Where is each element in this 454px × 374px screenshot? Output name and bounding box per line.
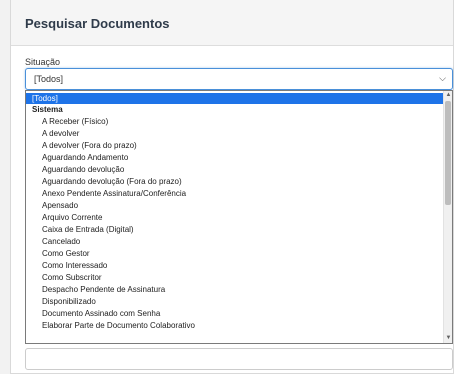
dropdown-option[interactable]: Cancelado (26, 236, 444, 247)
triangle-up-icon[interactable]: ▲ (444, 91, 452, 100)
dropdown-option[interactable]: Como Gestor (26, 248, 444, 259)
dropdown-option[interactable]: Como Subscritor (26, 272, 444, 283)
situacao-select[interactable]: [Todos] ⌵ (25, 68, 453, 90)
scroll-thumb[interactable] (445, 101, 451, 205)
panel-title: Pesquisar Documentos (25, 16, 170, 31)
dropdown-option[interactable]: Elaborar Parte de Documento Colaborativo (26, 320, 444, 331)
situacao-dropdown-list[interactable]: [Todos] Sistema A Receber (Físico) A dev… (25, 90, 453, 344)
dropdown-option[interactable]: A devolver (26, 128, 444, 139)
dropdown-option[interactable]: Despacho Pendente de Assinatura (26, 284, 444, 295)
search-documents-panel: Pesquisar Documentos Situação [Todos] ⌵ … (10, 0, 454, 374)
triangle-down-icon[interactable]: ▼ (444, 334, 452, 343)
dropdown-option-todos[interactable]: [Todos] (26, 93, 444, 104)
dropdown-option[interactable]: Documento Assinado com Senha (26, 308, 444, 319)
dropdown-scrollbar[interactable]: ▲ ▼ (443, 91, 452, 343)
dropdown-option[interactable]: Caixa de Entrada (Digital) (26, 224, 444, 235)
dropdown-option[interactable]: A devolver (Fora do prazo) (26, 140, 444, 151)
dropdown-option[interactable]: A Receber (Físico) (26, 116, 444, 127)
dropdown-group-sistema: Sistema (32, 105, 63, 114)
next-field-input[interactable] (25, 348, 453, 370)
panel-header: Pesquisar Documentos (11, 0, 453, 46)
dropdown-option[interactable]: Aguardando devolução (Fora do prazo) (26, 176, 444, 187)
dropdown-option[interactable]: Aguardando devolução (26, 164, 444, 175)
situacao-label: Situação (25, 57, 61, 67)
dropdown-option[interactable]: Como Interessado (26, 260, 444, 271)
dropdown-option[interactable]: Aguardando Andamento (26, 152, 444, 163)
chevron-down-icon[interactable]: ⌵ (439, 73, 446, 84)
dropdown-option[interactable]: Anexo Pendente Assinatura/Conferência (26, 188, 444, 199)
dropdown-option[interactable]: Apensado (26, 200, 444, 211)
dropdown-option[interactable]: Arquivo Corrente (26, 212, 444, 223)
situacao-selected-value: [Todos] (34, 74, 64, 84)
dropdown-option[interactable]: Disponibilizado (26, 296, 444, 307)
